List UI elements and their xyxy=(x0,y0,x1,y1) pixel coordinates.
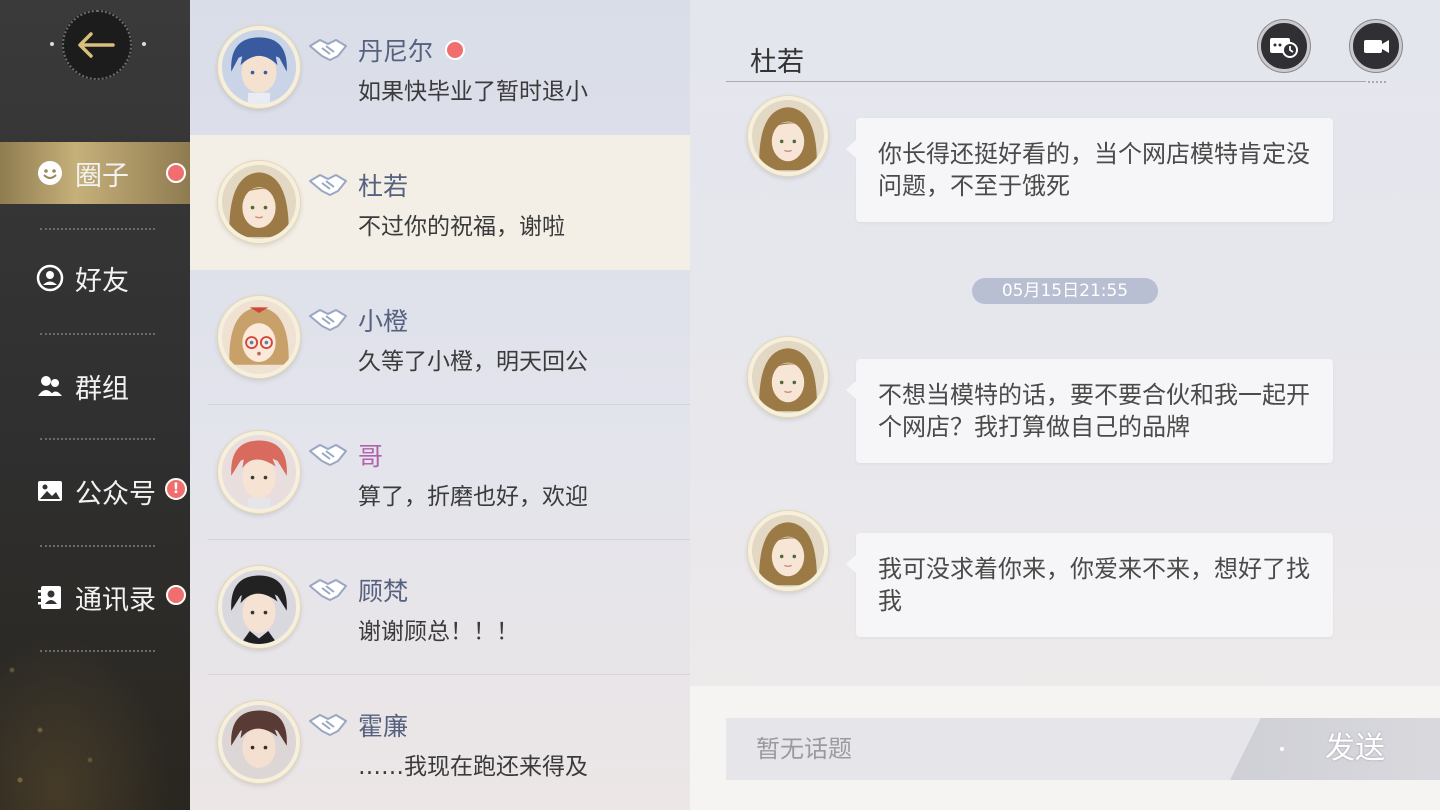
video-icon xyxy=(1364,40,1389,53)
nav-label: 圈子 xyxy=(75,160,129,192)
avatar xyxy=(218,26,300,108)
handshake-icon xyxy=(309,174,347,196)
avatar xyxy=(218,296,300,378)
nav-item-contacts[interactable]: 通讯录 xyxy=(0,566,190,628)
conversation-item[interactable]: 杜若 不过你的祝福，谢啦 xyxy=(190,135,690,270)
nav-label: 群组 xyxy=(75,373,129,405)
chat-title: 杜若 xyxy=(750,47,804,78)
video-call-button[interactable] xyxy=(1350,20,1402,72)
message-preview: 不过你的祝福，谢啦 xyxy=(358,214,565,240)
sender-avatar[interactable] xyxy=(748,511,828,591)
contact-name: 顾梵 xyxy=(358,577,409,606)
history-icon xyxy=(1270,38,1298,58)
handshake-icon xyxy=(309,39,347,61)
list-divider xyxy=(208,404,690,405)
sidebar-decoration xyxy=(0,610,190,810)
contact-name: 丹尼尔 xyxy=(358,37,434,66)
back-arrow-icon xyxy=(78,32,115,58)
list-divider xyxy=(208,674,690,675)
decor-dot xyxy=(50,42,54,46)
input-area: 暂无话题 发送 xyxy=(690,686,1440,810)
nav-item-groups[interactable]: 群组 xyxy=(0,355,190,417)
sidebar: 圈子 好友 群组 公众号 ! 通讯录 xyxy=(0,0,190,810)
message-preview: 算了，折磨也好，欢迎 xyxy=(358,484,588,510)
nav-divider xyxy=(40,438,155,440)
group-icon xyxy=(35,371,65,401)
message-bubble: 我可没求着你来，你爱来不来，想好了找我 xyxy=(846,533,1333,637)
message-bubble: 不想当模特的话，要不要合伙和我一起开个网店？我打算做自己的品牌 xyxy=(846,359,1333,463)
nav-item-circle[interactable]: 圈子 xyxy=(0,142,190,204)
alert-badge: ! xyxy=(165,478,187,500)
send-button[interactable]: 发送 xyxy=(1230,718,1440,780)
avatar xyxy=(218,566,300,648)
picture-icon xyxy=(35,476,65,506)
conversation-item[interactable]: 哥 算了，折磨也好，欢迎 xyxy=(190,405,690,540)
nav-divider xyxy=(40,228,155,230)
title-divider xyxy=(726,81,1386,83)
conversation-item[interactable]: 丹尼尔 如果快毕业了暂时退小 xyxy=(190,0,690,135)
handshake-icon xyxy=(309,579,347,601)
nav-label: 好友 xyxy=(75,265,129,297)
nav-divider xyxy=(40,650,155,652)
unread-badge xyxy=(166,585,186,605)
message-preview: 如果快毕业了暂时退小 xyxy=(358,79,588,105)
sender-avatar[interactable] xyxy=(748,337,828,417)
nav-label: 公众号 xyxy=(75,478,156,510)
decor-dot xyxy=(142,42,146,46)
back-button[interactable] xyxy=(62,10,132,80)
smiley-icon xyxy=(35,158,65,188)
nav-divider xyxy=(40,333,155,335)
friend-icon xyxy=(35,263,65,293)
message-preview: 谢谢顾总！！！ xyxy=(358,619,519,645)
list-divider xyxy=(208,539,690,540)
message-bubble: 你长得还挺好看的，当个网店模特肯定没问题，不至于饿死 xyxy=(846,118,1333,222)
contact-name: 哥 xyxy=(358,442,384,471)
conversation-item[interactable]: 顾梵 谢谢顾总！！！ xyxy=(190,540,690,675)
contacts-icon xyxy=(35,582,65,612)
avatar xyxy=(218,701,300,783)
conversation-item[interactable]: 霍廉 ……我现在跑还来得及 xyxy=(190,675,690,810)
chat-panel: 杜若 你长得还挺好看的，当个网店模特肯定没问题，不至于饿死 05月15日21:5… xyxy=(690,0,1440,810)
contact-name: 小橙 xyxy=(358,307,409,336)
back-control xyxy=(50,8,146,82)
contact-name: 霍廉 xyxy=(358,712,409,741)
unread-badge xyxy=(445,40,465,60)
handshake-icon xyxy=(309,444,347,466)
contact-name: 杜若 xyxy=(358,172,409,201)
nav-item-official-accounts[interactable]: 公众号 ! xyxy=(0,460,190,522)
avatar xyxy=(218,161,300,243)
message-preview: 久等了小橙，明天回公 xyxy=(358,349,588,375)
topic-input[interactable]: 暂无话题 xyxy=(726,718,1286,780)
handshake-icon xyxy=(309,714,347,736)
history-button[interactable] xyxy=(1258,20,1310,72)
timestamp: 05月15日21:55 xyxy=(972,278,1158,304)
conversation-item[interactable]: 小橙 久等了小橙，明天回公 xyxy=(190,270,690,405)
nav-item-friends[interactable]: 好友 xyxy=(0,247,190,309)
sender-avatar[interactable] xyxy=(748,96,828,176)
nav-label: 通讯录 xyxy=(75,584,156,616)
unread-badge xyxy=(166,163,186,183)
message-preview: ……我现在跑还来得及 xyxy=(358,754,588,780)
conversation-list: 丹尼尔 如果快毕业了暂时退小 杜若 不过你的祝福，谢啦 小橙 久等了小橙，明天回… xyxy=(190,0,690,810)
avatar xyxy=(218,431,300,513)
nav-divider xyxy=(40,545,155,547)
handshake-icon xyxy=(309,309,347,331)
